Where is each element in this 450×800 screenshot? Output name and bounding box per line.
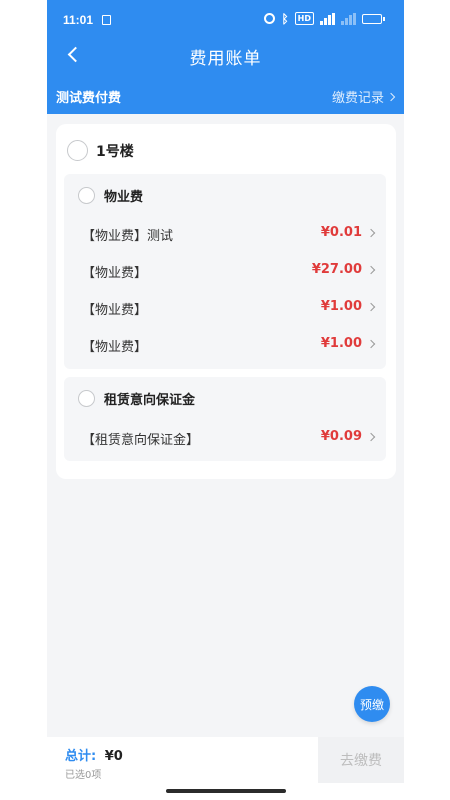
home-indicator[interactable] bbox=[166, 789, 286, 793]
total-label: 总计: bbox=[65, 749, 97, 764]
building-select-row[interactable]: 1号楼 bbox=[67, 140, 134, 161]
building-radio[interactable] bbox=[67, 140, 88, 161]
fee-item-amount: ¥1.00 bbox=[320, 299, 362, 314]
fee-item-amount: ¥0.01 bbox=[320, 225, 362, 240]
status-bar: 11:01 ᛒ HD bbox=[47, 0, 404, 40]
total-value: ¥0 bbox=[104, 749, 123, 764]
alarm-icon bbox=[264, 13, 276, 24]
group-header[interactable]: 租赁意向保证金 bbox=[78, 389, 195, 408]
fee-group-property: 物业费 【物业费】测试 ¥0.01 【物业费】 ¥27.00 【物业费】 ¥1.… bbox=[64, 174, 386, 369]
hd-icon: HD bbox=[294, 12, 314, 25]
fee-item-amount: ¥27.00 bbox=[311, 262, 362, 277]
payment-records-link[interactable]: 缴费记录 bbox=[331, 87, 396, 106]
fee-item[interactable]: 【物业费】测试 ¥0.01 bbox=[64, 218, 386, 248]
building-card: 1号楼 物业费 【物业费】测试 ¥0.01 【物业费】 ¥27.00 【物业费】… bbox=[56, 124, 396, 479]
bluetooth-icon: ᛒ bbox=[281, 11, 289, 26]
fee-item[interactable]: 【物业费】 ¥1.00 bbox=[64, 292, 386, 322]
fee-item-amount: ¥1.00 bbox=[320, 336, 362, 351]
group-radio[interactable] bbox=[78, 390, 95, 407]
payment-records-label: 缴费记录 bbox=[331, 91, 384, 106]
prepay-button[interactable]: 预缴 bbox=[354, 686, 390, 722]
page-title: 费用账单 bbox=[189, 49, 262, 69]
fee-item-label: 【物业费】 bbox=[82, 303, 148, 318]
battery-icon bbox=[362, 13, 385, 24]
fee-category-title: 测试费付费 bbox=[56, 91, 122, 106]
fee-item[interactable]: 【物业费】 ¥1.00 bbox=[64, 329, 386, 359]
pay-button[interactable]: 去缴费 bbox=[318, 737, 404, 783]
total-line: 总计: ¥0 bbox=[65, 745, 123, 764]
fee-item-label: 【物业费】 bbox=[82, 340, 148, 355]
chevron-right-icon bbox=[386, 92, 396, 101]
fee-item-amount: ¥0.09 bbox=[320, 429, 362, 444]
status-icons: ᛒ HD bbox=[264, 11, 385, 26]
signal-icon bbox=[341, 12, 356, 25]
fee-group-deposit: 租赁意向保证金 【租赁意向保证金】 ¥0.09 bbox=[64, 377, 386, 461]
chevron-right-icon bbox=[366, 339, 376, 349]
status-time: 11:01 bbox=[63, 13, 94, 27]
selected-count: 已选0项 bbox=[65, 770, 102, 781]
fee-item[interactable]: 【租赁意向保证金】 ¥0.09 bbox=[64, 422, 386, 452]
fee-item-label: 【物业费】测试 bbox=[82, 229, 174, 244]
chevron-right-icon bbox=[366, 265, 376, 275]
signal-5g-icon bbox=[320, 12, 335, 25]
top-header: 11:01 ᛒ HD 费用账单 测试费付费 缴费记录 bbox=[47, 0, 404, 114]
fee-item-label: 【物业费】 bbox=[82, 266, 148, 281]
fee-item[interactable]: 【物业费】 ¥27.00 bbox=[64, 255, 386, 285]
building-name: 1号楼 bbox=[96, 143, 134, 160]
group-title: 租赁意向保证金 bbox=[104, 393, 196, 408]
nav-bar: 费用账单 bbox=[47, 36, 404, 72]
bottom-bar: 总计: ¥0 已选0项 去缴费 bbox=[47, 737, 404, 800]
group-header[interactable]: 物业费 bbox=[78, 186, 143, 205]
chevron-right-icon bbox=[366, 228, 376, 238]
notification-icon bbox=[102, 15, 111, 25]
fee-item-label: 【租赁意向保证金】 bbox=[82, 433, 200, 448]
subheader: 测试费付费 缴费记录 bbox=[47, 80, 404, 108]
chevron-right-icon bbox=[366, 432, 376, 442]
chevron-right-icon bbox=[366, 302, 376, 312]
app-screen: 11:01 ᛒ HD 费用账单 测试费付费 缴费记录 1号楼 物业费 【物业费】… bbox=[47, 0, 404, 800]
group-title: 物业费 bbox=[104, 190, 144, 205]
group-radio[interactable] bbox=[78, 187, 95, 204]
